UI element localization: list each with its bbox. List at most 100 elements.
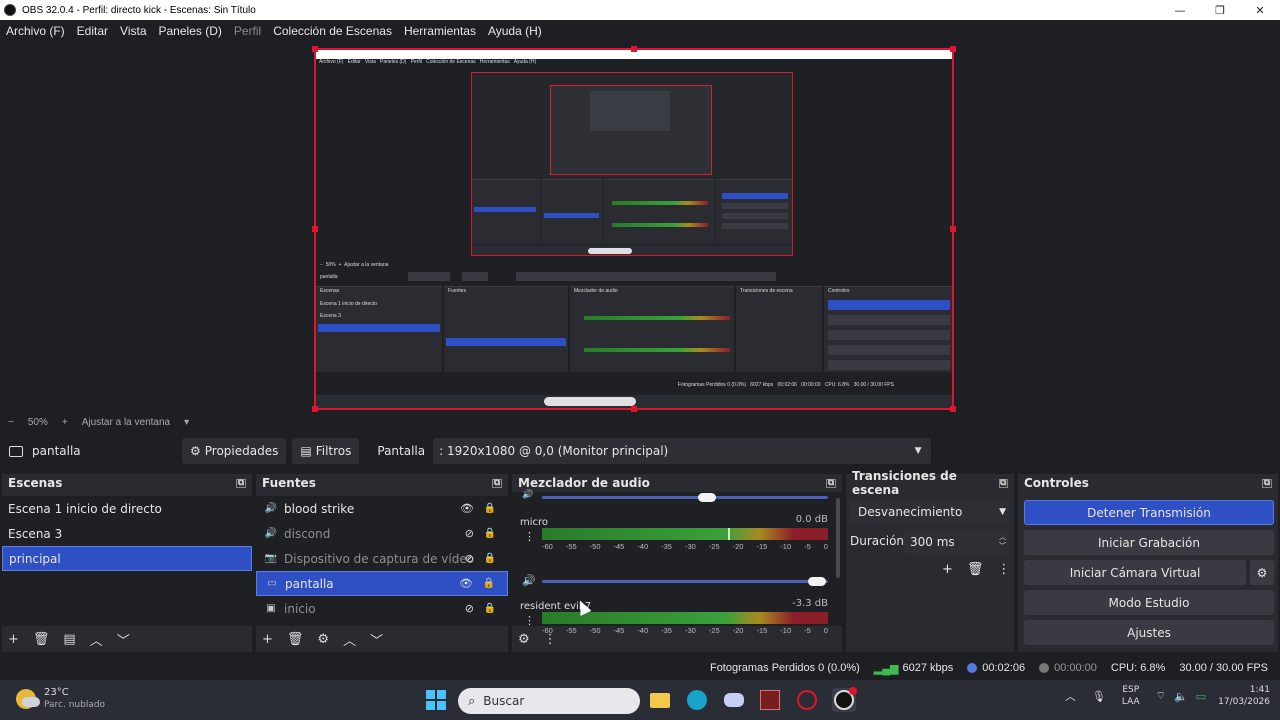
filters-button[interactable]: ▤ Filtros [292,438,360,464]
preview-canvas[interactable]: Archivo (F) Editar Vista Paneles (D) Per… [312,46,956,412]
mixer-settings-icon[interactable]: ⚙ [518,632,530,647]
source-item[interactable]: 🔊 discond ⊘ 🔒 [256,521,508,546]
gear-icon[interactable]: ⚙ [317,632,329,647]
discord-icon[interactable] [722,688,746,712]
filter-icon[interactable]: ▤ [63,632,75,647]
kebab-menu-icon[interactable]: ⋮ [997,562,1010,577]
lock-icon[interactable]: 🔒 [484,503,496,514]
add-icon[interactable]: + [262,632,273,647]
eye-icon[interactable]: 👁 [460,502,474,515]
lock-icon[interactable]: 🔒 [484,603,496,614]
resize-handle-tc[interactable] [631,46,637,52]
spin-arrows-icon[interactable]: ︿ ﹀ [999,533,1006,551]
chevron-up-icon[interactable]: ︿ [343,630,356,649]
source-item[interactable]: 📷 Dispositivo de captura de vídeo ⊘ 🔒 [256,546,508,571]
undock-icon[interactable]: ⧉ [1262,478,1272,488]
resize-handle-ml[interactable] [312,226,318,232]
windows-start-icon[interactable] [424,688,448,712]
resize-handle-br[interactable] [950,406,956,412]
lock-icon[interactable]: 🔒 [484,528,496,539]
menu-perfil[interactable]: Perfil [234,24,261,38]
close-button[interactable]: ✕ [1240,0,1280,20]
speaker-icon[interactable]: 🔈 [1174,690,1188,703]
weather-widget[interactable]: 23°C Parc. nublado [16,687,105,711]
chevron-up-icon[interactable]: ︿ [90,630,103,649]
studio-mode-button[interactable]: Modo Estudio [1024,590,1274,615]
menu-vista[interactable]: Vista [120,24,146,38]
eye-hidden-icon[interactable]: ⊘ [465,552,474,565]
virtual-camera-settings-button[interactable]: ⚙ [1250,560,1274,585]
resize-handle-tr[interactable] [950,46,956,52]
language-indicator[interactable]: ESP LAA [1122,684,1140,708]
volume-knob-prev[interactable] [698,493,716,502]
display-value: : 1920x1080 @ 0,0 (Monitor principal) [439,444,669,458]
menu-herramientas[interactable]: Herramientas [404,24,476,38]
resize-handle-bc[interactable] [631,406,637,412]
undock-icon[interactable]: ⧉ [236,478,246,488]
kebab-menu-icon[interactable]: ⋮ [524,530,535,543]
source-item[interactable]: ▣ inicio ⊘ 🔒 [256,596,508,621]
transition-select[interactable]: Desvanecimiento ▼ [850,500,1010,524]
add-icon[interactable]: + [8,632,19,647]
red-circle-app-icon[interactable] [795,688,819,712]
scene-item-selected[interactable]: principal [2,546,252,571]
obs-taskbar-icon[interactable] [832,687,857,712]
kebab-menu-icon[interactable]: ⋮ [544,632,557,647]
chevron-down-icon[interactable]: ﹀ [370,630,383,649]
chevron-down-icon[interactable]: ﹀ [117,630,130,649]
properties-button[interactable]: ⚙ Propiedades [182,438,287,464]
trash-icon[interactable]: 🗑 [287,632,304,647]
file-explorer-icon[interactable] [648,688,672,712]
volume-slider-prev[interactable] [542,496,828,499]
start-virtual-camera-button[interactable]: Iniciar Cámara Virtual [1024,560,1246,585]
menu-editar[interactable]: Editar [77,24,108,38]
game-app-icon[interactable] [758,688,782,712]
duration-input[interactable]: 300 ms ︿ ﹀ [904,530,1010,554]
volume-slider-micro[interactable] [542,580,828,583]
zoom-in-button[interactable]: + [62,417,68,428]
selected-source-name: pantalla [32,444,81,458]
source-item[interactable]: 🔊 blood strike 👁 🔒 [256,496,508,521]
trash-icon[interactable]: 🗑 [33,632,50,647]
wifi-icon[interactable]: ⌔ [1156,689,1166,703]
resize-handle-bl[interactable] [312,406,318,412]
speaker-icon[interactable]: 🔊 [522,490,533,500]
minimize-button[interactable]: — [1160,0,1200,20]
settings-button[interactable]: Ajustes [1024,620,1274,645]
chevron-down-icon[interactable]: ▾ [184,417,189,428]
undock-icon[interactable]: ⧉ [826,478,836,488]
zoom-fit-select[interactable]: Ajustar a la ventana [82,417,170,428]
eye-hidden-icon[interactable]: ⊘ [465,602,474,615]
lock-icon[interactable]: 🔒 [484,553,496,564]
edge-browser-icon[interactable] [685,688,709,712]
lock-icon[interactable]: 🔒 [483,578,495,589]
volume-knob-micro[interactable] [808,577,826,586]
maximize-button[interactable]: ❐ [1200,0,1240,20]
mixer-scrollbar[interactable] [836,498,840,578]
clock[interactable]: 1:41 17/03/2026 [1218,684,1270,708]
stop-streaming-button[interactable]: Detener Transmisión [1024,500,1274,525]
start-recording-button[interactable]: Iniciar Grabación [1024,530,1274,555]
scene-item[interactable]: Escena 1 inicio de directo [2,496,252,521]
speaker-icon[interactable]: 🔊 [522,574,536,587]
chevron-up-icon[interactable]: ︿ [1065,688,1076,704]
menu-ayuda[interactable]: Ayuda (H) [488,24,542,38]
microphone-icon[interactable]: 🎙 [1092,690,1106,703]
trash-icon[interactable]: 🗑 [967,562,984,577]
scene-item[interactable]: Escena 3 [2,521,252,546]
battery-icon[interactable]: ▭ [1196,690,1206,703]
display-select[interactable]: : 1920x1080 @ 0,0 (Monitor principal) ▼ [433,438,932,464]
add-icon[interactable]: + [942,562,953,577]
undock-icon[interactable]: ⧉ [492,478,502,488]
zoom-out-button[interactable]: − [8,417,14,428]
resize-handle-tl[interactable] [312,46,318,52]
taskbar-search[interactable]: ⌕ Buscar [458,688,640,714]
menu-paneles[interactable]: Paneles (D) [159,24,222,38]
undock-icon[interactable]: ⧉ [998,478,1008,488]
eye-icon[interactable]: 👁 [459,577,473,590]
resize-handle-mr[interactable] [950,226,956,232]
menu-archivo[interactable]: Archivo (F) [6,24,65,38]
source-item-selected[interactable]: ▭ pantalla 👁 🔒 [256,571,508,596]
menu-coleccion-escenas[interactable]: Colección de Escenas [273,24,392,38]
eye-hidden-icon[interactable]: ⊘ [465,527,474,540]
